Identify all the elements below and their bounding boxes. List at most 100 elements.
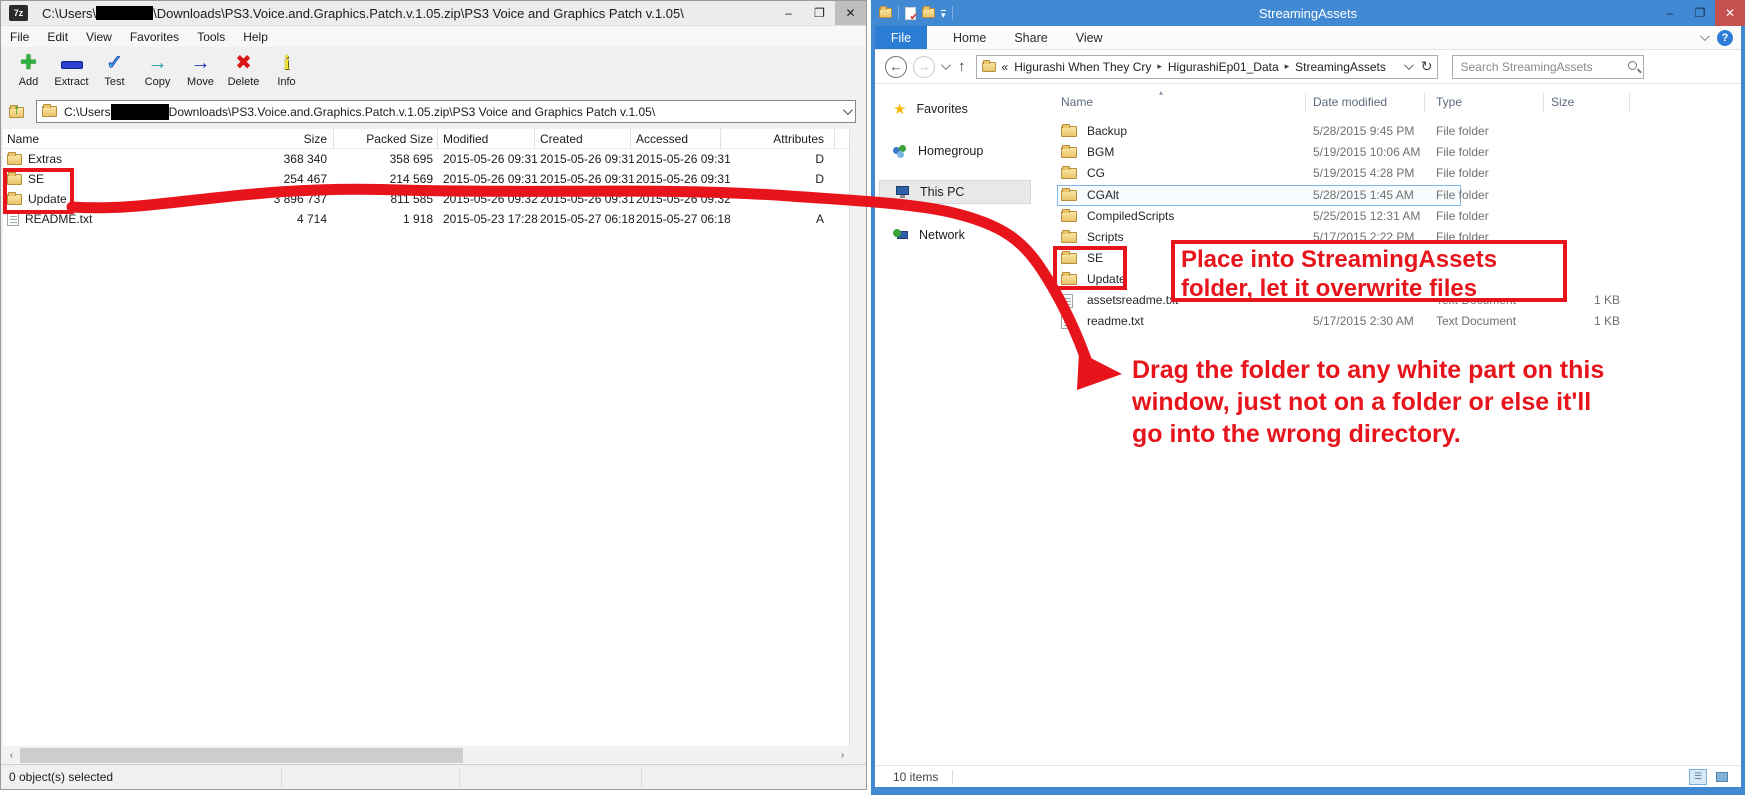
back-button[interactable]: ← [885,56,907,78]
copy-arrow-icon: → [136,51,179,76]
file-created: 2015-05-26 09:31 [540,189,634,209]
file-type: File folder [1436,143,1489,162]
tab-file[interactable]: File [875,26,927,49]
table-row[interactable]: README.txt 4 714 1 918 2015-05-23 17:28 … [3,209,851,229]
table-row[interactable]: Update 3 896 737 811 585 2015-05-26 09:3… [3,189,851,209]
search-icon [1628,61,1637,70]
drag-text-line-2: window, just not on a folder or else it'… [1132,386,1604,418]
minimize-button[interactable]: – [1655,0,1685,26]
sidebar-item-this-pc[interactable]: This PC [879,180,1031,204]
forward-button[interactable]: → [913,56,935,78]
column-header-name[interactable]: Name [7,129,227,149]
breadcrumb-item-3[interactable]: StreamingAssets [1295,60,1386,74]
search-input[interactable] [1453,56,1643,78]
column-header-size[interactable]: Size [1551,95,1574,113]
title-path-suffix: \Downloads\PS3.Voice.and.Graphics.Patch.… [153,6,684,21]
minimize-button[interactable]: – [773,1,804,25]
column-header-accessed[interactable]: Accessed [636,129,730,149]
root-folder-button[interactable]: ↑ [9,104,27,119]
table-row[interactable]: CGAlt 5/28/2015 1:45 AM File folder [1061,186,1721,205]
file-packed-size: 214 569 [337,169,433,189]
column-header-created[interactable]: Created [540,129,634,149]
table-row[interactable]: CG 5/19/2015 4:28 PM File folder [1061,164,1721,183]
menu-help[interactable]: Help [234,30,277,44]
scroll-right-arrow[interactable]: › [834,750,851,761]
maximize-button[interactable]: ❐ [1685,0,1715,26]
add-button[interactable]: ✚ Add [7,51,50,88]
file-packed-size: 358 695 [337,149,433,169]
sidebar-item-network[interactable]: Network [879,223,1031,247]
details-view-button[interactable]: ☰ [1689,769,1707,785]
column-header-type[interactable]: Type [1436,95,1462,113]
table-row[interactable]: CompiledScripts 5/25/2015 12:31 AM File … [1061,207,1721,226]
recent-locations-dropdown-icon[interactable] [941,60,951,70]
close-button[interactable]: ✕ [835,1,866,25]
folder-icon [7,154,22,165]
horizontal-scrollbar[interactable]: ‹ › [3,747,851,764]
table-row[interactable]: Extras 368 340 358 695 2015-05-26 09:31 … [3,149,851,169]
thumbnail-view-button[interactable] [1713,769,1731,785]
file-accessed: 2015-05-26 09:31 [636,169,730,189]
breadcrumb-item-2[interactable]: HigurashiEp01_Data [1168,60,1279,74]
scrollbar-thumb[interactable] [20,748,463,763]
move-button[interactable]: → Move [179,51,222,88]
menu-tools[interactable]: Tools [188,30,234,44]
table-row[interactable]: BGM 5/19/2015 10:06 AM File folder [1061,143,1721,162]
sidebar-item-label: Network [919,228,965,242]
menu-favorites[interactable]: Favorites [121,30,188,44]
explorer-title-bar[interactable]: ▾ StreamingAssets – ❐ ✕ [871,0,1745,26]
tab-view[interactable]: View [1062,26,1117,49]
star-icon: ★ [893,100,906,118]
scroll-left-arrow[interactable]: ‹ [3,750,20,761]
address-combobox[interactable]: C:\UsersDownloads\PS3.Voice.and.Graphics… [36,100,856,123]
refresh-icon[interactable]: ↻ [1421,58,1433,75]
table-row[interactable]: Backup 5/28/2015 9:45 PM File folder [1061,122,1721,141]
maximize-button[interactable]: ❐ [804,1,835,25]
sidebar-item-label: Homegroup [918,144,983,158]
info-button[interactable]: i Info [265,51,308,88]
address-dropdown-button[interactable] [837,101,855,122]
delete-button[interactable]: ✖ Delete [222,51,265,88]
close-button[interactable]: ✕ [1715,0,1745,26]
table-row[interactable]: readme.txt 5/17/2015 2:30 AM Text Docume… [1061,312,1721,331]
up-button[interactable]: ↑ [954,58,970,75]
breadcrumb-item-1[interactable]: Higurashi When They Cry [1008,60,1151,74]
title-path-prefix: C:\Users\ [42,6,96,21]
tab-share[interactable]: Share [1000,26,1061,49]
sort-ascending-icon: ▴ [1159,88,1163,97]
menu-view[interactable]: View [77,30,121,44]
column-header-packed-size[interactable]: Packed Size [337,129,433,149]
menu-edit[interactable]: Edit [38,30,77,44]
file-date: 5/19/2015 4:28 PM [1313,164,1414,183]
column-header-size[interactable]: Size [231,129,327,149]
extract-button[interactable]: Extract [50,51,93,88]
search-box[interactable] [1452,55,1644,79]
address-path-suffix: Downloads\PS3.Voice.and.Graphics.Patch.v… [169,105,656,119]
breadcrumb-prefix: « [1002,60,1009,74]
sidebar-item-homegroup[interactable]: Homegroup [879,139,1031,163]
breadcrumb[interactable]: « Higurashi When They Cry ▸ HigurashiEp0… [976,55,1438,79]
column-header-date-modified[interactable]: Date modified [1313,95,1387,113]
address-dropdown-icon[interactable] [1403,60,1413,70]
7zip-title-bar[interactable]: 7z C:\Users\\Downloads\PS3.Voice.and.Gra… [1,1,866,26]
menu-file[interactable]: File [1,30,38,44]
expand-ribbon-icon[interactable] [1700,31,1710,41]
item-count: 10 items [893,770,938,784]
network-icon [893,229,909,242]
test-button[interactable]: ✓ Test [93,51,136,88]
7zip-toolbar: ✚ Add Extract ✓ Test → Copy → Move ✖ Del… [1,47,866,97]
column-header-attributes[interactable]: Attributes [726,129,824,149]
help-icon[interactable]: ? [1717,30,1733,46]
table-row[interactable]: SE 254 467 214 569 2015-05-26 09:31 2015… [3,169,851,189]
tab-home[interactable]: Home [939,26,1000,49]
sidebar-item-favorites[interactable]: ★ Favorites [879,97,1031,121]
copy-button[interactable]: → Copy [136,51,179,88]
folder-icon [982,62,996,72]
column-header-name[interactable]: Name [1061,95,1093,113]
vertical-scrollbar[interactable] [849,129,864,746]
drag-text-line-1: Drag the folder to any white part on thi… [1132,354,1604,386]
file-accessed: 2015-05-27 06:18 [636,209,730,229]
7zip-address-row: ↑ C:\UsersDownloads\PS3.Voice.and.Graphi… [1,97,866,126]
extract-minus-icon [50,51,93,76]
column-header-modified[interactable]: Modified [443,129,538,149]
